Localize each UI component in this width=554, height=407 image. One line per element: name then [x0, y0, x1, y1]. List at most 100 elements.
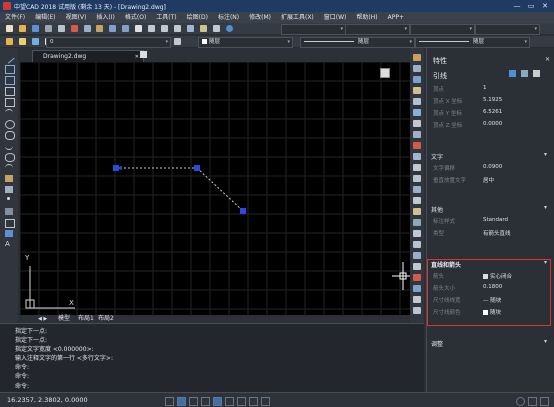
grip-point-2[interactable] [194, 165, 200, 171]
viewport-close-icon[interactable] [380, 68, 390, 78]
undo-icon[interactable] [109, 25, 117, 32]
insert-block-icon[interactable] [5, 175, 13, 182]
cut-icon[interactable] [70, 25, 78, 32]
modify-tool-icon[interactable] [413, 109, 421, 116]
arc-tool-icon[interactable] [5, 109, 13, 117]
menu-file[interactable]: 文件(F) [0, 12, 30, 23]
ortho-toggle-icon[interactable] [189, 397, 198, 406]
menu-draw[interactable]: 绘图(D) [182, 12, 213, 23]
calc-icon[interactable] [212, 25, 220, 32]
multileader-style-dropdown[interactable] [475, 24, 540, 35]
paste-icon[interactable] [96, 25, 104, 32]
dyn-toggle-icon[interactable] [249, 397, 258, 406]
menu-extensions[interactable]: 扩展工具(X) [276, 12, 319, 23]
modify-tool-icon[interactable] [413, 54, 421, 61]
otrack-toggle-icon[interactable] [225, 397, 234, 406]
layer-dropdown[interactable]: 0 [46, 37, 171, 48]
properties-icon[interactable] [186, 25, 194, 32]
panel-close-icon[interactable]: ✕ [545, 56, 550, 63]
layer-state-icon[interactable] [18, 38, 26, 45]
menu-dimension[interactable]: 标注(N) [213, 12, 244, 23]
minimize-button[interactable]: — [510, 1, 524, 11]
new-tab-icon[interactable] [140, 51, 147, 58]
modify-tool-icon[interactable] [413, 307, 421, 314]
color-dropdown[interactable]: 随层 [198, 37, 293, 48]
region-tool-icon[interactable] [5, 219, 15, 228]
modify-tool-icon[interactable] [413, 98, 421, 105]
revcloud-tool-icon[interactable] [5, 131, 15, 140]
layer-previous-icon[interactable] [174, 38, 181, 45]
modify-tool-icon[interactable] [413, 285, 421, 292]
rectangle-tool-icon[interactable] [5, 98, 15, 107]
workspace-icon[interactable] [540, 397, 549, 406]
modify-tool-icon[interactable] [413, 87, 421, 94]
modify-tool-icon[interactable] [413, 142, 421, 149]
menu-modify[interactable]: 修改(M) [244, 12, 276, 23]
menu-window[interactable]: 窗口(W) [319, 12, 352, 23]
table-style-dropdown[interactable] [410, 24, 475, 35]
command-window[interactable]: 指定下一点: 指定下一点: 指定文字宽度 <0.000000>: 输入注释文字的… [0, 323, 424, 392]
help-icon[interactable] [225, 25, 233, 32]
quick-select-icon[interactable] [509, 70, 516, 77]
close-button[interactable]: ✕ [538, 1, 552, 11]
modify-tool-icon[interactable] [413, 263, 421, 270]
redo-icon[interactable] [122, 25, 130, 32]
modify-tool-icon[interactable] [413, 164, 421, 171]
spline-tool-icon[interactable] [5, 142, 13, 150]
modify-tool-icon[interactable] [413, 296, 421, 303]
modify-tool-icon[interactable] [413, 186, 421, 193]
menu-app[interactable]: APP+ [383, 12, 409, 23]
modify-tool-icon[interactable] [413, 208, 421, 215]
modify-tool-icon[interactable] [413, 131, 421, 138]
section-misc[interactable]: 其他 [431, 204, 551, 214]
hatch-tool-icon[interactable] [5, 208, 13, 215]
section-adjust[interactable]: 调整 [431, 338, 551, 348]
prop-row-vertex-y[interactable]: 顶点 Y 坐标 6.5261 [433, 109, 551, 120]
modify-tool-icon[interactable] [413, 65, 421, 72]
tab-layout1[interactable]: 布局1 [78, 315, 94, 323]
lineweight-dropdown[interactable]: 随层 [415, 37, 530, 48]
make-block-icon[interactable] [5, 186, 13, 193]
grid-toggle-icon[interactable] [177, 397, 186, 406]
tab-model[interactable]: 模型 [58, 315, 70, 323]
drawing-canvas[interactable]: Y X [20, 62, 410, 315]
menu-edit[interactable]: 编辑(E) [30, 12, 60, 23]
modify-tool-icon[interactable] [413, 274, 421, 281]
modify-tool-icon[interactable] [413, 230, 421, 237]
polygon-tool-icon[interactable] [5, 87, 15, 96]
ellipse-arc-tool-icon[interactable] [5, 164, 13, 172]
prop-row-text-offset[interactable]: 文字偏移 0.0900 [433, 164, 551, 175]
fullscreen-icon[interactable] [528, 397, 537, 406]
prop-row-vertex[interactable]: 顶点 1 [433, 85, 551, 96]
layer-manager-icon[interactable] [6, 38, 13, 45]
object-type[interactable]: 引线 [433, 71, 447, 81]
open-folder-icon[interactable] [18, 25, 26, 32]
line-tool-icon[interactable] [3, 52, 15, 64]
mtext-tool-icon[interactable]: A [5, 241, 13, 248]
maximize-button[interactable]: ▭ [524, 1, 538, 11]
copy-icon[interactable] [83, 25, 91, 32]
preview-icon[interactable] [57, 25, 65, 32]
save-icon[interactable] [31, 25, 39, 32]
menu-insert[interactable]: 插入(I) [91, 12, 119, 23]
zoom-window-icon[interactable] [161, 25, 169, 32]
prop-row-type[interactable]: 类型 有箭头直线 [433, 229, 551, 240]
new-file-icon[interactable] [6, 25, 13, 32]
prop-row-vertex-x[interactable]: 顶点 X 坐标 5.1925 [433, 97, 551, 108]
modify-tool-icon[interactable] [413, 153, 421, 160]
menu-help[interactable]: 帮助(H) [351, 12, 382, 23]
menu-tools[interactable]: 工具(T) [151, 12, 181, 23]
menu-view[interactable]: 视图(V) [61, 12, 92, 23]
modify-tool-icon[interactable] [413, 76, 421, 83]
select-objects-icon[interactable] [521, 70, 528, 77]
menu-format[interactable]: 格式(O) [120, 12, 151, 23]
modify-tool-icon[interactable] [413, 219, 421, 226]
command-input[interactable]: 命令: [15, 381, 29, 390]
leader-segment-2[interactable] [196, 167, 244, 212]
table-tool-icon[interactable] [5, 230, 13, 237]
modify-tool-icon[interactable] [413, 120, 421, 127]
settings-gear-icon[interactable] [516, 397, 525, 406]
pan-icon[interactable] [135, 25, 143, 32]
polar-toggle-icon[interactable] [201, 397, 210, 406]
tab-layout2[interactable]: 布局2 [98, 315, 114, 323]
